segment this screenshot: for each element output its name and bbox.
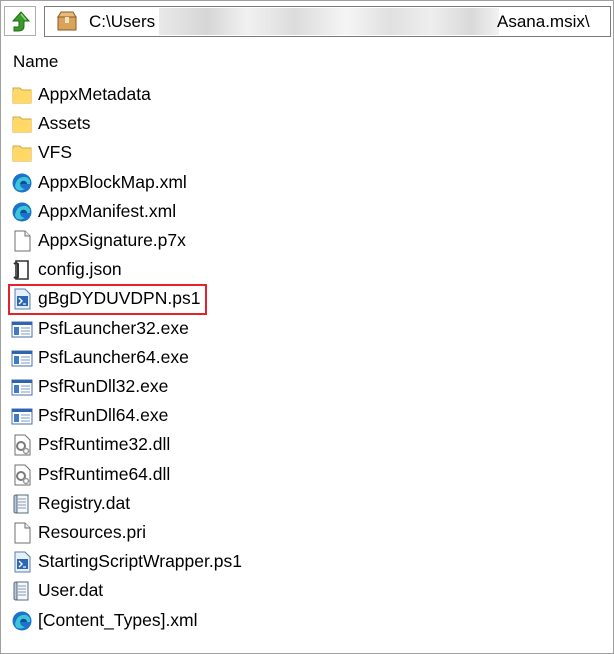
powershell-script-icon	[11, 551, 33, 573]
file-row[interactable]: PsfLauncher64.exe	[1, 343, 613, 372]
file-row[interactable]: AppxMetadata	[1, 80, 613, 109]
json-icon	[11, 259, 33, 281]
file-name: Assets	[38, 113, 91, 134]
address-toolbar: C:\Users Asana.msix\	[1, 1, 613, 41]
file-name: PsfRuntime64.dll	[38, 463, 171, 484]
dll-icon	[11, 434, 33, 456]
file-name: PsfLauncher64.exe	[38, 346, 189, 367]
edge-icon	[11, 201, 33, 223]
file-name: Resources.pri	[38, 522, 146, 542]
file-name: PsfRunDll64.exe	[38, 405, 169, 426]
file-row[interactable]: PsfRuntime32.dll	[1, 430, 613, 459]
file-name: [Content_Types].xml	[38, 609, 198, 630]
file-row[interactable]: AppxManifest.xml	[1, 197, 613, 226]
name-column-header[interactable]: Name	[13, 52, 58, 72]
file-name: StartingScriptWrapper.ps1	[38, 551, 242, 572]
exe-icon	[11, 318, 33, 340]
file-icon	[11, 522, 33, 544]
file-name: AppxBlockMap.xml	[38, 171, 187, 192]
file-row[interactable]: PsfLauncher32.exe	[1, 314, 613, 343]
dat-icon	[11, 493, 33, 515]
file-browser-window: C:\Users Asana.msix\ Name AppxMetadata As…	[0, 0, 614, 654]
file-row[interactable]: Resources.pri	[1, 518, 613, 547]
folder-icon	[11, 142, 33, 164]
file-icon	[11, 230, 33, 252]
up-folder-button[interactable]	[4, 6, 36, 36]
file-name: AppxSignature.p7x	[38, 230, 186, 250]
dat-icon	[11, 580, 33, 602]
address-bar[interactable]: C:\Users Asana.msix\	[44, 6, 611, 37]
file-name: PsfRuntime32.dll	[38, 434, 171, 455]
file-name: AppxManifest.xml	[38, 200, 177, 221]
file-row[interactable]: User.dat	[1, 576, 613, 605]
file-row[interactable]: VFS	[1, 138, 613, 167]
address-path-start: C:\Users	[89, 12, 156, 31]
edge-icon	[11, 610, 33, 632]
highlight-box	[8, 284, 207, 315]
file-row[interactable]: AppxSignature.p7x	[1, 226, 613, 255]
file-name: config.json	[38, 259, 122, 280]
file-name: PsfLauncher32.exe	[38, 317, 189, 338]
address-path-end: Asana.msix\	[497, 12, 590, 31]
file-row[interactable]: PsfRuntime64.dll	[1, 460, 613, 489]
dll-icon	[11, 464, 33, 486]
file-row[interactable]: PsfRunDll32.exe	[1, 372, 613, 401]
edge-icon	[11, 172, 33, 194]
folder-icon	[11, 113, 33, 135]
file-row[interactable]: Assets	[1, 109, 613, 138]
exe-icon	[11, 376, 33, 398]
exe-icon	[11, 347, 33, 369]
file-row[interactable]: PsfRunDll64.exe	[1, 401, 613, 430]
file-name: User.dat	[38, 580, 104, 601]
file-name: Registry.dat	[38, 492, 131, 513]
file-row[interactable]: StartingScriptWrapper.ps1	[1, 547, 613, 576]
package-icon	[57, 11, 77, 31]
green-up-arrow-icon	[11, 11, 31, 32]
redacted-path-segment	[159, 8, 499, 35]
folder-icon	[11, 84, 33, 106]
file-row[interactable]: Registry.dat	[1, 489, 613, 518]
file-row[interactable]: [Content_Types].xml	[1, 606, 613, 635]
file-name: AppxMetadata	[38, 84, 151, 104]
file-name: PsfRunDll32.exe	[38, 376, 169, 396]
file-row[interactable]: AppxBlockMap.xml	[1, 168, 613, 197]
file-row[interactable]: config.json	[1, 255, 613, 284]
exe-icon	[11, 405, 33, 427]
file-name: VFS	[38, 142, 73, 163]
